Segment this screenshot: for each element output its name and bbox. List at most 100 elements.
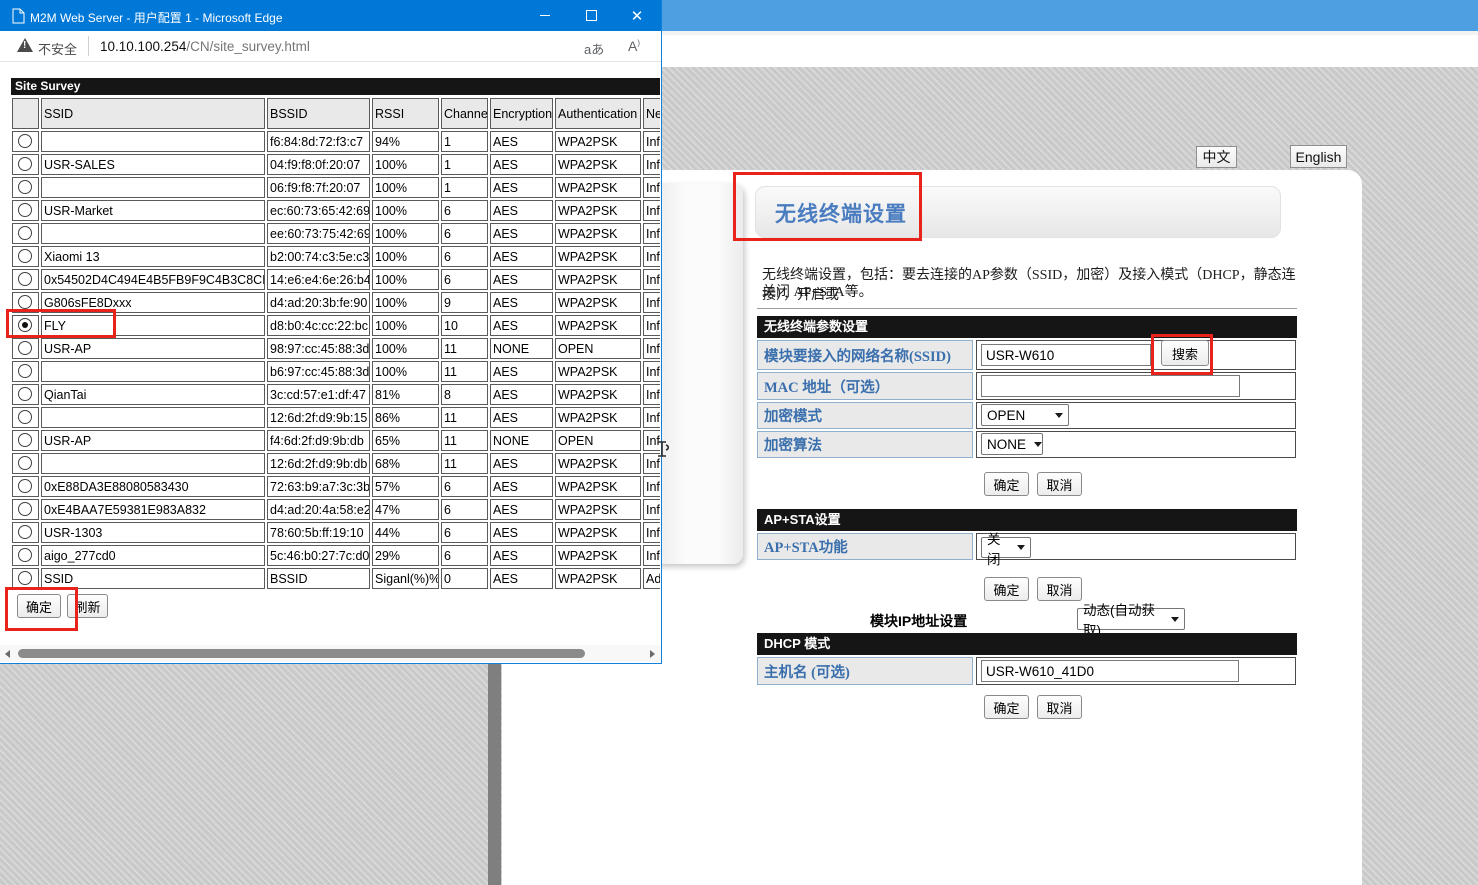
cell-net-type: Infra bbox=[643, 361, 660, 382]
cell-encryption: NONE bbox=[490, 430, 553, 451]
radio[interactable] bbox=[18, 433, 32, 447]
ip-mode-select[interactable]: 动态(自动获取) bbox=[1077, 608, 1185, 630]
table-row: b6:97:cc:45:88:3d100%11AESWPA2PSKInfra bbox=[12, 361, 660, 382]
radio[interactable] bbox=[18, 295, 32, 309]
minimize-button[interactable] bbox=[522, 0, 568, 31]
hostname-input[interactable] bbox=[981, 660, 1239, 682]
sta-cancel-label: 取消 bbox=[1046, 475, 1072, 494]
row-radio-cell bbox=[12, 545, 39, 566]
cell-channel: 6 bbox=[441, 269, 488, 290]
row-radio-cell bbox=[12, 338, 39, 359]
radio[interactable] bbox=[18, 249, 32, 263]
cell-bssid: f6:84:8d:72:f3:c7 bbox=[267, 131, 370, 152]
apsta-function-value: 关闭 bbox=[987, 528, 1009, 568]
mac-input[interactable] bbox=[981, 375, 1240, 397]
radio[interactable] bbox=[18, 548, 32, 562]
cell-bssid: d4:ad:20:3b:fe:90 bbox=[267, 292, 370, 313]
cell-net-type: Infra bbox=[643, 499, 660, 520]
radio[interactable] bbox=[18, 571, 32, 585]
encryption-algorithm-select[interactable]: NONE bbox=[981, 433, 1043, 455]
radio[interactable] bbox=[18, 272, 32, 286]
dhcp-ok-label: 确定 bbox=[993, 698, 1019, 717]
cell-bssid: 5c:46:b0:27:7c:d0 bbox=[267, 545, 370, 566]
col-ssid: SSID bbox=[41, 98, 265, 129]
cell-channel: 6 bbox=[441, 246, 488, 267]
section-header-apsta: AP+STA设置 bbox=[757, 509, 1297, 531]
radio[interactable] bbox=[18, 157, 32, 171]
cell-channel: 1 bbox=[441, 131, 488, 152]
close-button[interactable]: ✕ bbox=[614, 0, 660, 31]
ssid-input[interactable] bbox=[981, 344, 1151, 366]
read-aloud-letter: A bbox=[628, 38, 637, 54]
radio[interactable] bbox=[18, 525, 32, 539]
radio[interactable] bbox=[18, 180, 32, 194]
cell-channel: 1 bbox=[441, 177, 488, 198]
cell-encryption: AES bbox=[490, 476, 553, 497]
cell-channel: 11 bbox=[441, 361, 488, 382]
cell-rssi: 81% bbox=[372, 384, 439, 405]
cell-ssid: SSID bbox=[41, 568, 265, 589]
cell-rssi: 94% bbox=[372, 131, 439, 152]
cell-bssid: 98:97:cc:45:88:3d bbox=[267, 338, 370, 359]
cell-ssid: 0xE4BAA7E59381E983A832 bbox=[41, 499, 265, 520]
scroll-left-arrow-icon[interactable] bbox=[5, 650, 10, 658]
apsta-ok-button[interactable]: 确定 bbox=[984, 577, 1029, 601]
module-ip-setting-label: 模块IP地址设置 bbox=[870, 611, 967, 631]
cell-authentication: WPA2PSK bbox=[555, 407, 641, 428]
cell-net-type: Infra bbox=[643, 154, 660, 175]
edge-titlebar[interactable]: M2M Web Server - 用户配置 1 - Microsoft Edge… bbox=[0, 0, 661, 31]
row-radio-cell bbox=[12, 269, 39, 290]
cell-rssi: 86% bbox=[372, 407, 439, 428]
language-english-label: English bbox=[1296, 149, 1342, 165]
cell-rssi: 44% bbox=[372, 522, 439, 543]
radio[interactable] bbox=[18, 134, 32, 148]
horizontal-scrollbar[interactable] bbox=[0, 645, 661, 662]
cell-net-type: Infra bbox=[643, 315, 660, 336]
table-row: USR-APf4:6d:2f:d9:9b:db65%11NONEOPENInfr… bbox=[12, 430, 660, 451]
cell-net-type: Infra bbox=[643, 545, 660, 566]
sta-ok-button[interactable]: 确定 bbox=[984, 472, 1029, 496]
radio[interactable] bbox=[18, 502, 32, 516]
cell-authentication: WPA2PSK bbox=[555, 453, 641, 474]
language-english-button[interactable]: English bbox=[1290, 145, 1347, 168]
sta-cancel-button[interactable]: 取消 bbox=[1037, 472, 1082, 496]
radio[interactable] bbox=[18, 341, 32, 355]
table-row: QianTai3c:cd:57:e1:df:4781%8AESWPA2PSKIn… bbox=[12, 384, 660, 405]
read-aloud-icon[interactable]: A) bbox=[628, 38, 640, 54]
radio[interactable] bbox=[18, 226, 32, 240]
dhcp-cancel-button[interactable]: 取消 bbox=[1037, 695, 1082, 719]
cell-encryption: AES bbox=[490, 154, 553, 175]
cell-net-type: Infra bbox=[643, 407, 660, 428]
maximize-button[interactable] bbox=[568, 0, 614, 31]
cell-encryption: AES bbox=[490, 269, 553, 290]
cell-net-type: Infra bbox=[643, 476, 660, 497]
radio[interactable] bbox=[18, 479, 32, 493]
page-vertical-scrollbar[interactable] bbox=[488, 663, 501, 885]
cell-ssid bbox=[41, 223, 265, 244]
annotation-box-heading bbox=[733, 172, 922, 241]
cell-authentication: WPA2PSK bbox=[555, 292, 641, 313]
site-survey-body: f6:84:8d:72:f3:c794%1AESWPA2PSKInfraUSR-… bbox=[12, 131, 660, 589]
encryption-mode-select[interactable]: OPEN bbox=[981, 404, 1069, 426]
language-chinese-button[interactable]: 中文 bbox=[1196, 146, 1237, 168]
row-radio-cell bbox=[12, 476, 39, 497]
radio[interactable] bbox=[18, 387, 32, 401]
apsta-cancel-button[interactable]: 取消 bbox=[1037, 577, 1082, 601]
font-size-icon[interactable]: aあ bbox=[584, 39, 604, 58]
chevron-down-icon bbox=[1171, 617, 1179, 622]
cell-ssid: USR-AP bbox=[41, 430, 265, 451]
radio[interactable] bbox=[18, 456, 32, 470]
url-field[interactable]: 10.10.100.254/CN/site_survey.html bbox=[100, 39, 310, 54]
radio[interactable] bbox=[18, 364, 32, 378]
row-radio-cell bbox=[12, 246, 39, 267]
cell-rssi: 100% bbox=[372, 223, 439, 244]
cell-authentication: WPA2PSK bbox=[555, 499, 641, 520]
scrollbar-thumb[interactable] bbox=[18, 649, 585, 658]
radio[interactable] bbox=[18, 410, 32, 424]
scroll-right-arrow-icon[interactable] bbox=[650, 650, 655, 658]
apsta-function-select[interactable]: 关闭 bbox=[981, 537, 1031, 558]
table-row: USR-Marketec:60:73:65:42:69100%6AESWPA2P… bbox=[12, 200, 660, 221]
radio[interactable] bbox=[18, 203, 32, 217]
dhcp-ok-button[interactable]: 确定 bbox=[984, 695, 1029, 719]
table-row: SSIDBSSIDSiganl(%)%0AESWPA2PSKAd bbox=[12, 568, 660, 589]
